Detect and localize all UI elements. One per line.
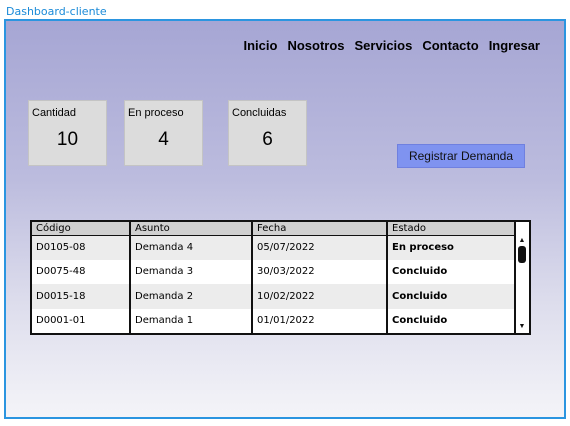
stat-card-en-proceso: En proceso 4 [124, 100, 203, 166]
column-header-fecha[interactable]: Fecha [252, 222, 388, 236]
table-header-row: Código Asunto Fecha Estado [32, 222, 516, 236]
cell-codigo: D0001-01 [32, 308, 131, 333]
frame-title: Dashboard-cliente [6, 5, 107, 18]
cell-estado: Concluido [387, 308, 516, 333]
table-row[interactable]: D0001-01 Demanda 1 01/01/2022 Concluido [32, 308, 516, 333]
scroll-down-arrow-icon[interactable]: ▼ [516, 322, 528, 332]
cell-estado: Concluido [387, 259, 516, 284]
table-scrollbar[interactable]: ▲ ▼ [515, 235, 528, 333]
stat-card-cantidad: Cantidad 10 [28, 100, 107, 166]
column-header-asunto[interactable]: Asunto [130, 222, 253, 236]
cell-codigo: D0105-08 [32, 235, 131, 260]
cell-fecha: 05/07/2022 [252, 235, 388, 260]
stat-card-concluidas: Concluidas 6 [228, 100, 307, 166]
cell-estado: Concluido [387, 284, 516, 309]
table-row[interactable]: D0075-48 Demanda 3 30/03/2022 Concluido [32, 259, 516, 284]
cell-fecha: 10/02/2022 [252, 284, 388, 309]
stat-value: 10 [56, 129, 79, 150]
nav-inicio[interactable]: Inicio [244, 38, 278, 53]
scroll-up-arrow-icon[interactable]: ▲ [516, 236, 528, 246]
nav-servicios[interactable]: Servicios [355, 38, 413, 53]
table-row[interactable]: D0105-08 Demanda 4 05/07/2022 En proceso [32, 235, 516, 260]
column-header-codigo[interactable]: Código [32, 222, 131, 236]
cell-asunto: Demanda 3 [130, 259, 253, 284]
stat-label: En proceso [128, 107, 184, 119]
column-header-estado[interactable]: Estado [387, 222, 516, 236]
table-row[interactable]: D0015-18 Demanda 2 10/02/2022 Concluido [32, 284, 516, 309]
dashboard-frame: Inicio Nosotros Servicios Contacto Ingre… [4, 19, 566, 419]
scroll-thumb[interactable] [518, 246, 526, 263]
stat-label: Cantidad [32, 107, 77, 119]
demandas-table: Código Asunto Fecha Estado D0105-08 Dema… [30, 220, 531, 335]
nav-nosotros[interactable]: Nosotros [287, 38, 344, 53]
cell-codigo: D0015-18 [32, 284, 131, 309]
cell-estado: En proceso [387, 235, 516, 260]
stat-value: 6 [262, 129, 273, 150]
stat-label: Concluidas [232, 107, 287, 119]
cell-asunto: Demanda 4 [130, 235, 253, 260]
cell-asunto: Demanda 2 [130, 284, 253, 309]
cell-fecha: 30/03/2022 [252, 259, 388, 284]
stat-value: 4 [158, 129, 169, 150]
registrar-demanda-button[interactable]: Registrar Demanda [397, 144, 525, 168]
cell-fecha: 01/01/2022 [252, 308, 388, 333]
cell-asunto: Demanda 1 [130, 308, 253, 333]
nav-ingresar[interactable]: Ingresar [489, 38, 540, 53]
top-nav: Inicio Nosotros Servicios Contacto Ingre… [244, 38, 541, 53]
cell-codigo: D0075-48 [32, 259, 131, 284]
nav-contacto[interactable]: Contacto [422, 38, 478, 53]
